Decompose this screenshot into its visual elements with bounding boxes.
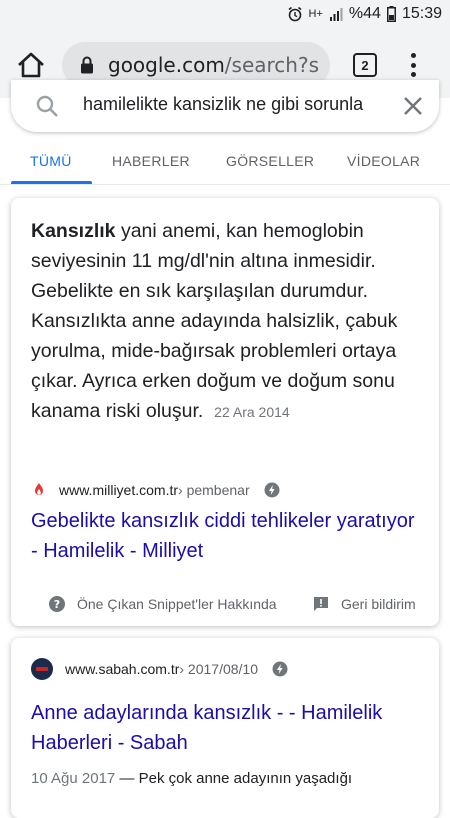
search-icon[interactable] <box>35 94 59 118</box>
battery-icon <box>386 6 396 22</box>
tab-all[interactable]: TÜMÜ <box>30 153 72 169</box>
snippet-bold-term: Kansızlık <box>31 220 116 242</box>
svg-text:?: ? <box>54 598 60 611</box>
source-crumb: › pembenar <box>178 482 250 498</box>
amp-icon <box>264 482 280 498</box>
signal-icon <box>329 8 343 21</box>
lock-icon <box>81 56 93 74</box>
result-snippet: 10 Ağu 2017 — Pek çok anne adayının yaşa… <box>31 768 423 790</box>
amp-icon <box>272 661 288 677</box>
sabah-favicon <box>31 658 53 680</box>
snippet-footer: ? Öne Çıkan Snippet'ler Hakkında Geri bi… <box>11 580 439 626</box>
search-result-card: www.sabah.com.tr › 2017/08/10 Anne adayl… <box>11 638 439 818</box>
result-tabs: TÜMÜ HABERLER GÖRSELLER VİDEOLAR <box>0 145 450 185</box>
clear-icon[interactable] <box>401 94 425 118</box>
featured-snippet-text: Kansızlık yani anemi, kan hemoglobin sev… <box>31 216 423 427</box>
milliyet-favicon <box>35 483 43 495</box>
snippet-body: yani anemi, kan hemoglobin seviyesinin 1… <box>31 220 398 422</box>
tab-switcher-button[interactable]: 2 <box>353 53 377 77</box>
source-domain: www.sabah.com.tr <box>65 661 180 677</box>
clock: 15:39 <box>401 5 442 22</box>
source-row[interactable]: www.sabah.com.tr › 2017/08/10 <box>31 658 288 680</box>
battery-level: %44 <box>348 5 381 22</box>
feedback-icon <box>314 597 328 611</box>
tabs-divider <box>0 184 450 185</box>
tab-news[interactable]: HABERLER <box>112 153 190 169</box>
status-bar: H+ %44 15:39 <box>0 0 450 32</box>
search-box: hamilelikte kansizlik ne gibi sorunla <box>11 80 439 132</box>
about-snippets-link[interactable]: ? Öne Çıkan Snippet'ler Hakkında <box>49 596 277 612</box>
alarm-icon <box>288 6 302 22</box>
source-domain: www.milliyet.com.tr <box>59 482 179 498</box>
home-icon[interactable] <box>16 50 46 80</box>
network-type: H+ <box>308 8 323 20</box>
help-icon: ? <box>49 596 65 612</box>
source-crumb: › 2017/08/10 <box>179 661 258 677</box>
result-title-link[interactable]: Gebelikte kansızlık ciddi tehlikeler yar… <box>31 506 421 566</box>
url-path: /search?s <box>224 53 320 77</box>
url-domain: google.com <box>108 53 225 77</box>
featured-snippet-card: Kansızlık yani anemi, kan hemoglobin sev… <box>11 198 439 626</box>
snippet-date: 22 Ara 2014 <box>214 404 290 420</box>
result-date: 10 Ağu 2017 <box>31 770 116 787</box>
tab-videos[interactable]: VİDEOLAR <box>347 153 420 169</box>
url-text: google.com/search?s <box>108 53 319 77</box>
source-row[interactable]: www.milliyet.com.tr › pembenar <box>31 482 280 498</box>
about-snippets-label: Öne Çıkan Snippet'ler Hakkında <box>77 596 277 612</box>
feedback-link[interactable]: Geri bildirim <box>313 596 416 612</box>
result-snippet-text: — Pek çok anne adayının yaşadığı <box>115 770 353 787</box>
tab-images[interactable]: GÖRSELLER <box>226 153 314 169</box>
feedback-label: Geri bildirim <box>341 596 416 612</box>
overflow-menu-icon[interactable] <box>404 50 422 80</box>
result-title-link[interactable]: Anne adaylarında kansızlık - - Hamilelik… <box>31 698 421 758</box>
search-input[interactable]: hamilelikte kansizlik ne gibi sorunla <box>83 94 399 115</box>
